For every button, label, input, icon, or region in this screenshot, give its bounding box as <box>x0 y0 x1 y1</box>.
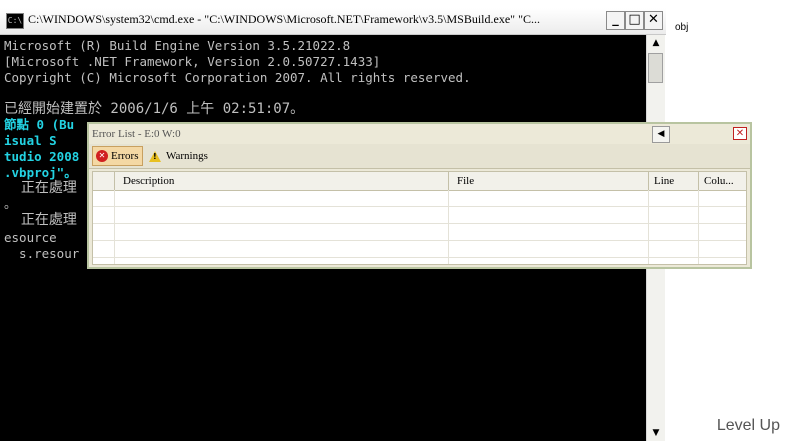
close-icon[interactable]: ✕ <box>733 127 747 140</box>
grid-header: Description File Line Colu... <box>93 172 746 191</box>
console-line: 。 <box>4 196 17 211</box>
error-list-title: Error List - E:0 W:0 <box>92 128 181 140</box>
column-header-column[interactable]: Colu... <box>699 172 746 190</box>
pin-arrow-icon[interactable]: ◀ <box>652 126 670 143</box>
column-divider <box>698 190 699 264</box>
window-title: C:\WINDOWS\system32\cmd.exe - "C:\WINDOW… <box>28 12 540 26</box>
console-line: [Microsoft .NET Framework, Version 2.0.5… <box>4 54 381 69</box>
console-line: 節點 0 (Bu <box>4 117 75 132</box>
scroll-up-icon[interactable]: ▲ <box>647 35 665 51</box>
console-line: tudio 2008 <box>4 149 80 164</box>
error-list-toolbar: ✕ Errors ! Warnings <box>89 144 750 169</box>
close-button[interactable]: ✕ <box>644 11 663 30</box>
console-line: Microsoft (R) Build Engine Version 3.5.2… <box>4 38 351 53</box>
console-line: s.resour <box>4 246 80 261</box>
column-header-icon[interactable] <box>93 172 115 190</box>
obj-label: obj <box>675 22 689 33</box>
errors-label: Errors <box>111 150 139 162</box>
warning-icon: ! <box>149 150 161 162</box>
column-header-description[interactable]: Description <box>115 172 449 190</box>
error-icon: ✕ <box>96 150 108 162</box>
column-divider <box>114 190 115 264</box>
console-line: Copyright (C) Microsoft Corporation 2007… <box>4 70 471 85</box>
maximize-button[interactable]: □ <box>625 11 644 30</box>
console-line: isual S <box>4 133 57 148</box>
scroll-down-icon[interactable]: ▼ <box>647 425 665 441</box>
watermark-text: Level Up <box>716 417 780 434</box>
console-line: esource <box>4 230 57 245</box>
scroll-thumb[interactable] <box>648 53 663 83</box>
console-line: 已經開始建置於 2006/1/6 上午 02:51:07。 <box>4 101 305 117</box>
console-line: .vbproj"。 <box>4 165 77 180</box>
warnings-filter-button[interactable]: ! Warnings <box>146 146 211 166</box>
minimize-button[interactable]: _ <box>606 11 625 30</box>
column-header-line[interactable]: Line <box>649 172 699 190</box>
column-divider <box>648 190 649 264</box>
errors-filter-button[interactable]: ✕ Errors <box>92 146 143 166</box>
error-list-grid: Description File Line Colu... <box>92 171 747 265</box>
console-line: 正在處理 <box>4 212 77 228</box>
warnings-label: Warnings <box>166 150 208 162</box>
error-list-panel: Error List - E:0 W:0 ◀ ✕ ✕ Errors ! Warn… <box>87 122 752 269</box>
column-header-file[interactable]: File <box>449 172 649 190</box>
cmd-app-icon[interactable]: C:\ <box>6 13 24 29</box>
column-divider <box>448 190 449 264</box>
console-line: 正在處理 <box>4 180 77 196</box>
cmd-titlebar[interactable]: C:\ C:\WINDOWS\system32\cmd.exe - "C:\WI… <box>0 8 666 35</box>
error-list-titlebar[interactable]: Error List - E:0 W:0 ◀ ✕ <box>89 124 750 143</box>
